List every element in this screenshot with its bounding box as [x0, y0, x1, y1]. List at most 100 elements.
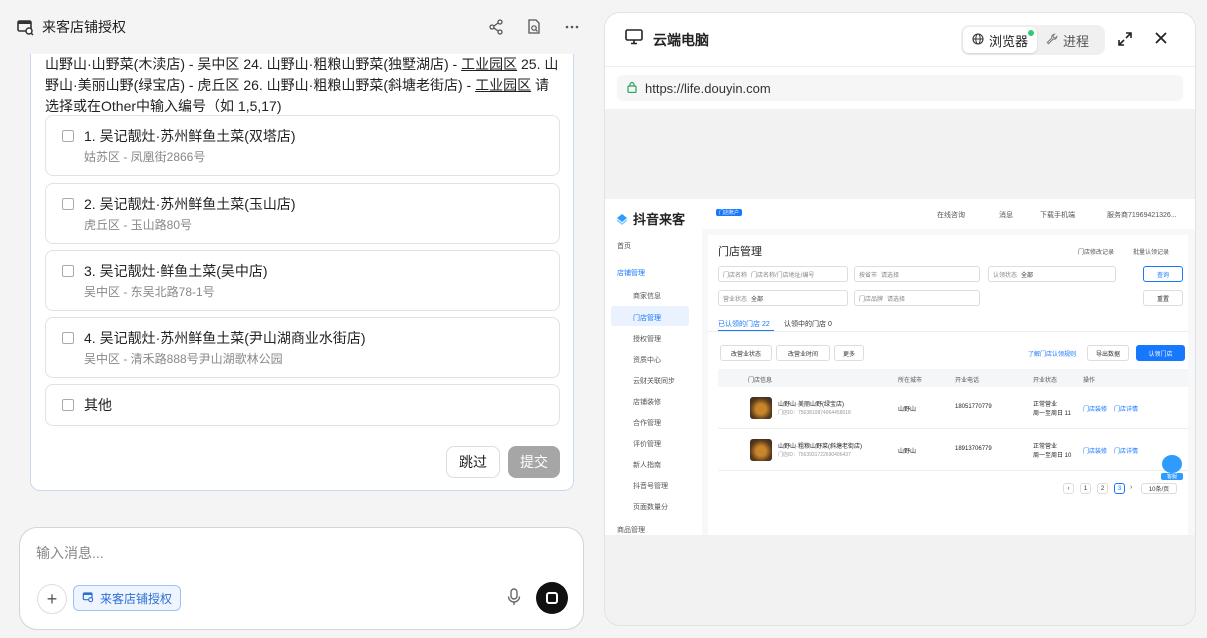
col-city: 所在城市 [898, 378, 923, 384]
browser-viewport[interactable]: 抖音来客 首页 店铺管理 商家信息 门店管理 授权管理 资质中心 云财关联同步 … [605, 199, 1195, 535]
option-title: 其他 [84, 397, 112, 413]
option-checkbox[interactable] [62, 265, 74, 277]
store-phone: 18913706779 [955, 446, 992, 452]
submit-button[interactable]: 提交 [508, 446, 560, 478]
option-1[interactable]: 1. 吴记靓灶·苏州鲜鱼土菜(双塔店) 姑苏区 - 凤凰街2866号 [45, 115, 560, 176]
store-phone: 18051770779 [955, 404, 992, 410]
nav-score[interactable]: 页面数量分 [633, 502, 668, 512]
message-input[interactable]: 输入消息... [36, 543, 104, 563]
address-bar[interactable]: https://life.douyin.com [617, 75, 1183, 101]
nav-home[interactable]: 首页 [617, 241, 631, 251]
option-3[interactable]: 3. 吴记靓灶·鲜鱼土菜(吴中店) 吴中区 - 东吴北路78-1号 [45, 250, 560, 311]
option-4[interactable]: 4. 吴记靓灶·苏州鲜鱼土菜(尹山湖商业水街店) 吴中区 - 清禾路888号尹山… [45, 317, 560, 378]
nav-auth[interactable]: 授权管理 [633, 334, 661, 344]
nav-store-management[interactable]: 店铺管理 [617, 268, 645, 278]
tab-claiming-stores[interactable]: 认领中的门店 0 [784, 319, 832, 329]
option-other[interactable]: 其他 [45, 384, 560, 426]
next-page-icon[interactable]: › [1130, 484, 1132, 491]
store-modify-log-link[interactable]: 门店修改记录 [1078, 247, 1114, 256]
account-name[interactable]: 服务商71969421326... [1107, 210, 1177, 220]
microphone-icon[interactable] [506, 588, 522, 611]
nav-guide[interactable]: 新人指南 [633, 460, 661, 470]
tab-process[interactable]: 进程 [1037, 27, 1098, 53]
col-phone: 开业电话 [955, 378, 980, 384]
filter-label: 认领状态 [993, 272, 1018, 279]
message-composer[interactable]: 输入消息... + 来客店铺授权 [19, 527, 584, 630]
page-1[interactable]: 1 [1080, 483, 1091, 494]
more-actions-button[interactable]: 更多 [834, 345, 864, 361]
claim-store-button[interactable]: 认领门店 [1136, 345, 1185, 361]
file-search-icon[interactable] [525, 18, 543, 36]
auth-status-filter[interactable]: 认领状态 全部 [988, 266, 1116, 282]
table-row: 山野山·美丽山野(绿宝店) 门店ID：7563810874964458018 山… [718, 387, 1188, 429]
expand-icon[interactable] [1117, 31, 1133, 52]
store-decorate-link[interactable]: 门店装修 [1083, 446, 1107, 455]
address-bar-area: https://life.douyin.com [605, 67, 1195, 109]
store-decorate-link[interactable]: 门店装修 [1083, 404, 1107, 413]
stop-button[interactable] [536, 582, 568, 614]
filter-label: 按省市 [859, 272, 878, 279]
reset-button[interactable]: 重置 [1143, 290, 1183, 306]
page-size-select[interactable]: 10条/页 [1141, 483, 1177, 494]
store-status: 正常营业 [1033, 402, 1058, 408]
store-name-filter[interactable]: 门店名称 门店名称/门店地址/编号 [718, 266, 848, 282]
store-detail-link[interactable]: 门店详情 [1114, 404, 1138, 413]
store-detail-link[interactable]: 门店详情 [1114, 446, 1138, 455]
more-icon[interactable] [563, 18, 581, 36]
messages-link[interactable]: 消息 [999, 210, 1013, 220]
filter-placeholder: 请选择 [881, 272, 900, 279]
biz-status-filter[interactable]: 营业状态 全部 [718, 290, 848, 306]
option-2[interactable]: 2. 吴记靓灶·苏州鲜鱼土菜(玉山店) 虎丘区 - 玉山路80号 [45, 183, 560, 244]
nav-qualification[interactable]: 资质中心 [633, 355, 661, 365]
account-tag: 门店账户 [716, 209, 743, 216]
online-consult-link[interactable]: 在线咨询 [937, 210, 965, 220]
nav-store-manage[interactable]: 门店管理 [633, 313, 661, 323]
page-3[interactable]: 3 [1114, 483, 1125, 494]
claim-rules-link[interactable]: 了解门店认领规则 [1028, 349, 1076, 358]
nav-decor[interactable]: 店铺装修 [633, 397, 661, 407]
skill-chip[interactable]: 来客店铺授权 [73, 585, 182, 611]
nav-coop[interactable]: 合作管理 [633, 418, 661, 428]
mascot-icon [1162, 455, 1182, 473]
lock-icon [627, 81, 637, 96]
nav-sync[interactable]: 云财关联同步 [633, 376, 675, 386]
nav-douyin-account[interactable]: 抖音号管理 [633, 481, 668, 491]
batch-claim-log-link[interactable]: 批量认领记录 [1133, 247, 1169, 256]
nav-merchant-info[interactable]: 商家信息 [633, 291, 661, 301]
option-checkbox[interactable] [62, 399, 74, 411]
brand-filter[interactable]: 门店品牌 请选择 [854, 290, 980, 306]
change-biz-hours-button[interactable]: 改营业时间 [776, 345, 830, 361]
option-checkbox[interactable] [62, 130, 74, 142]
page-2[interactable]: 2 [1097, 483, 1108, 494]
wrench-icon [1046, 33, 1058, 48]
province-filter[interactable]: 按省市 请选择 [854, 266, 980, 282]
tab-process-label: 进程 [1063, 33, 1090, 49]
intro-link-1: 工业园区 [461, 56, 518, 72]
download-app-link[interactable]: 下载手机端 [1040, 210, 1075, 220]
option-checkbox[interactable] [62, 198, 74, 210]
share-icon[interactable] [487, 18, 505, 36]
nav-review[interactable]: 评价管理 [633, 439, 661, 449]
change-biz-status-button[interactable]: 改营业状态 [720, 345, 772, 361]
store-city: 山野山 [898, 407, 917, 413]
view-switcher: 浏览器 进程 [961, 25, 1105, 55]
store-thumbnail [750, 397, 772, 419]
divider [708, 331, 1188, 332]
tab-claimed-stores[interactable]: 已认领的门店 22 [718, 319, 770, 329]
store-status: 正常营业 [1033, 444, 1058, 450]
query-button[interactable]: 查询 [1143, 266, 1183, 282]
monitor-icon [625, 29, 643, 50]
skill-chip-label: 来客店铺授权 [100, 591, 173, 606]
option-checkbox[interactable] [62, 332, 74, 344]
export-button[interactable]: 导出数据 [1087, 345, 1129, 361]
store-id: 门店ID：7563931722690406437 [778, 452, 851, 458]
helper-mascot[interactable]: 客服 [1161, 455, 1183, 481]
skip-button[interactable]: 跳过 [446, 446, 500, 478]
add-icon[interactable]: + [37, 584, 67, 614]
close-icon[interactable] [1154, 31, 1168, 50]
stop-icon [546, 592, 558, 604]
nav-goods[interactable]: 商品管理 [617, 525, 645, 535]
filter-label: 营业状态 [723, 296, 748, 303]
tab-browser[interactable]: 浏览器 [963, 27, 1038, 53]
prev-page-button[interactable]: ‹ [1063, 483, 1074, 494]
